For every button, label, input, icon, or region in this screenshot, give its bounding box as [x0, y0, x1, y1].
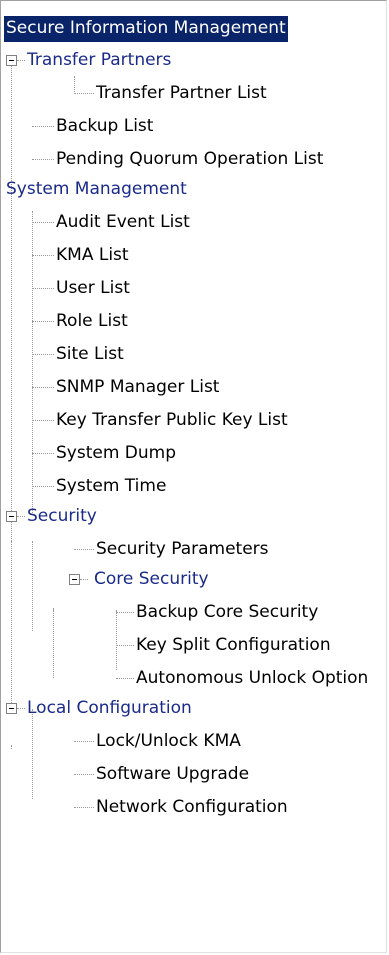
tree-node-autonomous-unlock-option[interactable]: Autonomous Unlock Option: [1, 662, 386, 695]
tree-node-transfer-partners[interactable]: Transfer Partners: [1, 44, 386, 77]
tree-node-label[interactable]: Key Transfer Public Key List: [54, 408, 290, 434]
tree-node-label[interactable]: Software Upgrade: [94, 762, 251, 788]
tree-node-label[interactable]: Secure Information Management: [4, 16, 288, 42]
collapse-toggle-icon[interactable]: [6, 511, 17, 522]
tree-connector: [32, 387, 54, 388]
collapse-toggle-icon[interactable]: [6, 55, 17, 66]
tree-node-label[interactable]: Autonomous Unlock Option: [134, 666, 370, 692]
tree-node-system-dump[interactable]: System Dump: [1, 437, 386, 470]
tree-node-label[interactable]: User List: [54, 276, 132, 302]
tree-node-security[interactable]: Security: [1, 500, 386, 533]
tree-node-label[interactable]: Role List: [54, 309, 130, 335]
tree-connector: [32, 126, 54, 127]
collapse-toggle-icon[interactable]: [6, 703, 17, 714]
tree-connector: [32, 453, 54, 454]
tree-node-system-management[interactable]: System Management: [1, 173, 386, 206]
tree-node-key-transfer-public-key-list[interactable]: Key Transfer Public Key List: [1, 404, 386, 437]
tree-connector: [80, 579, 88, 580]
tree-node-label[interactable]: Site List: [54, 342, 126, 368]
tree-node-snmp-manager-list[interactable]: SNMP Manager List: [1, 371, 386, 404]
tree-connector: [32, 420, 54, 421]
tree-connector: [32, 255, 54, 256]
tree-node-label[interactable]: Transfer Partner List: [94, 81, 269, 107]
tree-node-core-security[interactable]: Core Security: [1, 563, 386, 596]
tree-connector: [32, 354, 54, 355]
tree-connector: [74, 807, 94, 808]
tree-node-system-time[interactable]: System Time: [1, 470, 386, 503]
tree-node-lock-unlock-kma[interactable]: Lock/Unlock KMA: [1, 725, 386, 758]
tree-node-label[interactable]: Local Configuration: [25, 696, 194, 722]
tree-node-pending-quorum-operation-list[interactable]: Pending Quorum Operation List: [1, 143, 386, 176]
tree-connector: [74, 549, 94, 550]
tree-node-label[interactable]: Security Parameters: [94, 537, 271, 563]
tree-node-label[interactable]: Key Split Configuration: [134, 633, 333, 659]
tree-node-secure-information-management[interactable]: Secure Information Management: [1, 14, 386, 47]
tree-node-backup-list[interactable]: Backup List: [1, 110, 386, 143]
navigation-tree: Secure Information Management Transfer P…: [1, 1, 386, 952]
tree-node-security-parameters[interactable]: Security Parameters: [1, 533, 386, 566]
tree-node-key-split-configuration[interactable]: Key Split Configuration: [1, 629, 386, 662]
tree-node-software-upgrade[interactable]: Software Upgrade: [1, 758, 386, 791]
tree-node-label[interactable]: Core Security: [92, 567, 211, 593]
tree-node-backup-core-security[interactable]: Backup Core Security: [1, 596, 386, 629]
tree-connector: [74, 774, 94, 775]
tree-connector: [32, 321, 54, 322]
tree-node-label[interactable]: Lock/Unlock KMA: [94, 729, 243, 755]
tree-connector: [116, 645, 134, 646]
tree-node-transfer-partner-list[interactable]: Transfer Partner List: [1, 77, 386, 110]
tree-connector: [74, 741, 94, 742]
tree-node-role-list[interactable]: Role List: [1, 305, 386, 338]
tree-node-kma-list[interactable]: KMA List: [1, 239, 386, 272]
tree-node-label[interactable]: System Management: [4, 177, 189, 203]
tree-node-label[interactable]: Transfer Partners: [25, 48, 173, 74]
tree-connector: [17, 516, 25, 517]
tree-connector: [17, 708, 25, 709]
tree-node-label[interactable]: Backup List: [54, 114, 155, 140]
tree-node-network-configuration[interactable]: Network Configuration: [1, 791, 386, 824]
collapse-toggle-icon[interactable]: [69, 574, 80, 585]
tree-connector: [32, 486, 54, 487]
tree-node-label[interactable]: System Dump: [54, 441, 178, 467]
tree-node-label[interactable]: Network Configuration: [94, 795, 290, 821]
tree-node-site-list[interactable]: Site List: [1, 338, 386, 371]
tree-connector: [32, 288, 54, 289]
tree-node-local-configuration[interactable]: Local Configuration: [1, 692, 386, 725]
tree-node-user-list[interactable]: User List: [1, 272, 386, 305]
tree-connector: [74, 93, 94, 94]
tree-connector: [17, 60, 25, 61]
tree-node-label[interactable]: KMA List: [54, 243, 131, 269]
tree-node-label[interactable]: Pending Quorum Operation List: [54, 147, 325, 173]
tree-node-label[interactable]: Security: [25, 504, 99, 530]
navigation-tree-panel: Secure Information Management Transfer P…: [0, 0, 387, 953]
tree-node-label[interactable]: SNMP Manager List: [54, 375, 221, 401]
tree-node-label[interactable]: System Time: [54, 474, 168, 500]
tree-connector: [116, 612, 134, 613]
tree-node-label[interactable]: Audit Event List: [54, 210, 192, 236]
tree-connector: [32, 159, 54, 160]
tree-node-audit-event-list[interactable]: Audit Event List: [1, 206, 386, 239]
tree-connector: [116, 678, 134, 679]
tree-connector: [32, 222, 54, 223]
tree-node-label[interactable]: Backup Core Security: [134, 600, 320, 626]
